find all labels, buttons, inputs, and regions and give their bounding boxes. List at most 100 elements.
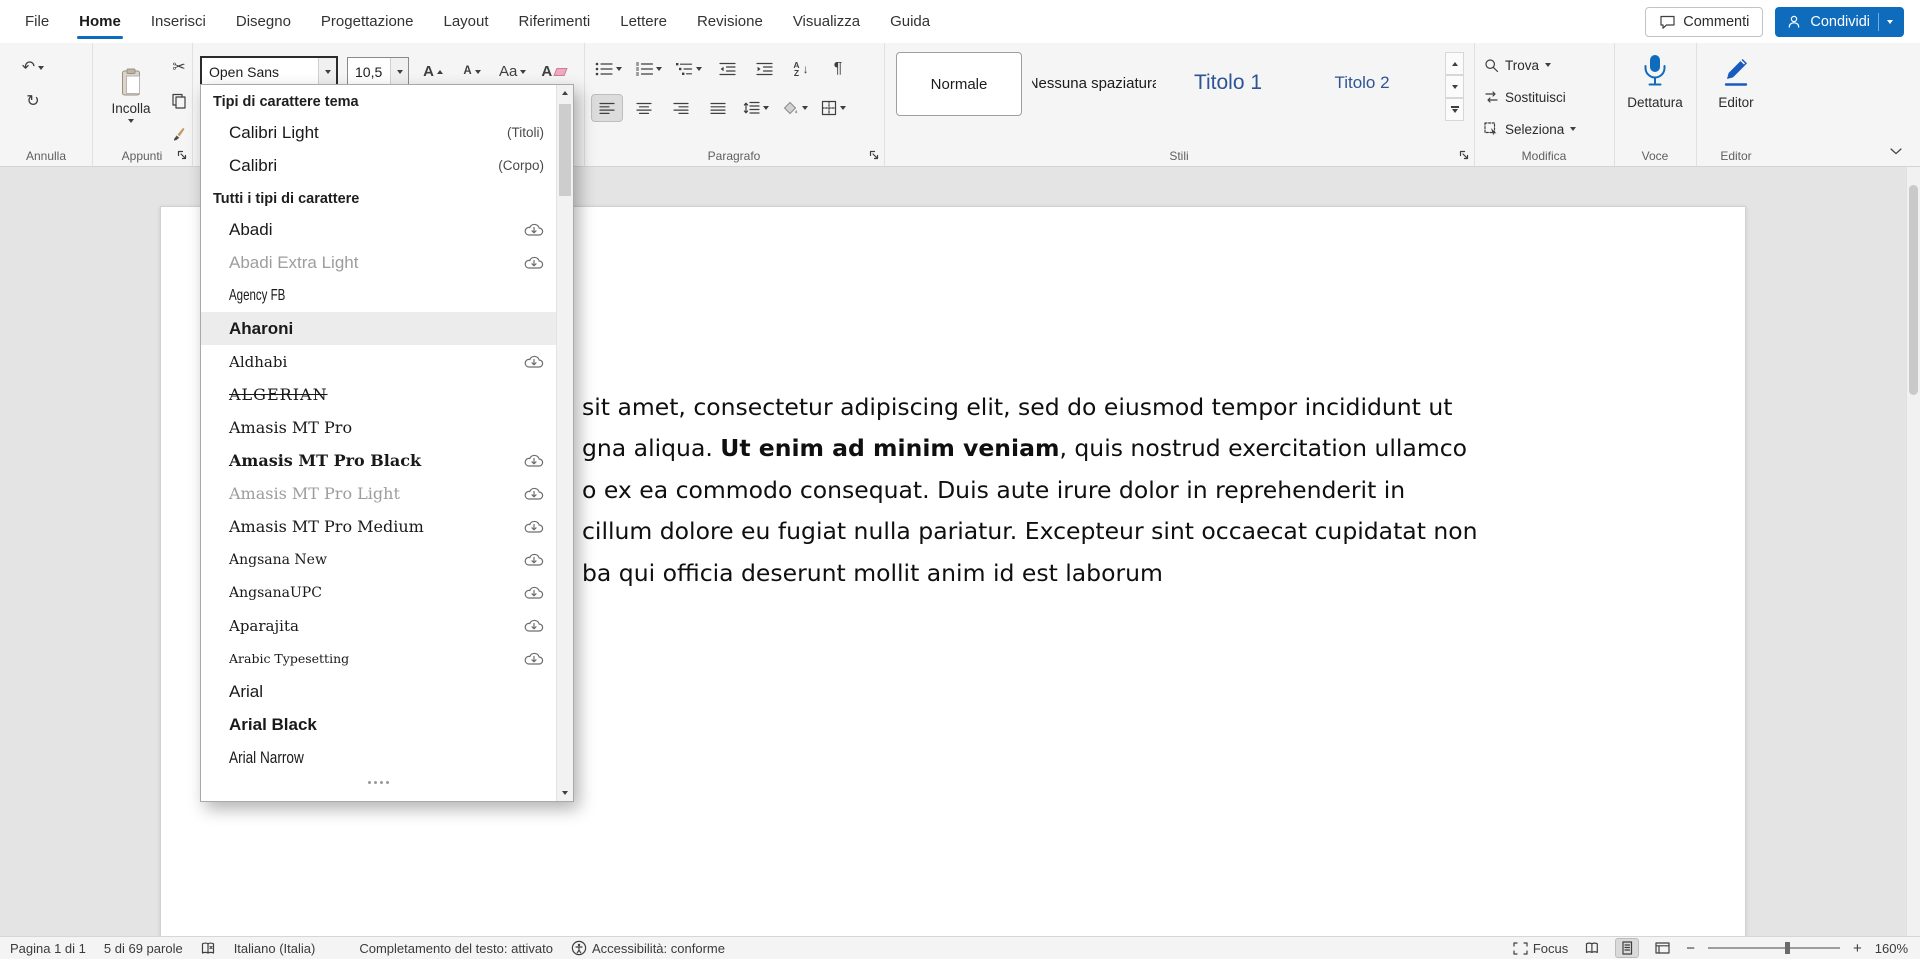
select-button[interactable]: Seleziona (1484, 118, 1576, 140)
grow-font-button[interactable]: A (418, 59, 448, 85)
collapse-ribbon-button[interactable] (1886, 143, 1906, 159)
dropdown-resize-handle[interactable] (201, 774, 556, 790)
language-indicator[interactable]: Italiano (Italia) (234, 941, 316, 956)
copy-button[interactable] (164, 88, 194, 114)
print-layout-button[interactable] (1616, 939, 1638, 957)
share-button[interactable]: Condividi (1775, 7, 1904, 37)
tab-file[interactable]: File (10, 0, 64, 43)
tab-layout[interactable]: Layout (429, 0, 504, 43)
font-option[interactable]: ALGERIAN (201, 378, 556, 411)
decrease-indent-button[interactable] (712, 56, 742, 82)
borders-button[interactable] (818, 95, 849, 121)
font-option[interactable]: Angsana New (201, 543, 556, 576)
font-size-dropdown-button[interactable] (390, 58, 408, 85)
font-option[interactable]: Calibri Light(Titoli) (201, 116, 556, 149)
tab-lettere[interactable]: Lettere (605, 0, 682, 43)
shrink-font-button[interactable]: A (457, 59, 487, 85)
clear-formatting-button[interactable]: A (538, 59, 569, 85)
tab-riferimenti[interactable]: Riferimenti (504, 0, 606, 43)
word-count[interactable]: 5 di 69 parole (104, 941, 183, 956)
group-modifica: Trova Sostituisci Seleziona Modifica (1474, 43, 1615, 166)
align-right-button[interactable] (666, 95, 696, 121)
style-card-3[interactable]: Titolo 2 (1300, 52, 1424, 114)
zoom-in-button[interactable]: + (1853, 941, 1862, 956)
accessibility-status[interactable]: Accessibilità: conforme (571, 940, 725, 956)
font-option[interactable]: Aldhabi (201, 345, 556, 378)
web-layout-button[interactable] (1651, 939, 1673, 957)
cut-button[interactable]: ✂ (164, 55, 194, 81)
increase-indent-button[interactable] (749, 56, 779, 82)
tab-revisione[interactable]: Revisione (682, 0, 778, 43)
document-scrollbar[interactable] (1906, 167, 1920, 937)
tab-home[interactable]: Home (64, 0, 136, 43)
chevron-down-icon (1887, 20, 1893, 24)
font-option[interactable]: Arial Narrow (201, 741, 556, 774)
sort-button[interactable]: A Z ↓ (786, 56, 816, 82)
editor-button[interactable]: Editor (1696, 53, 1776, 110)
gallery-more-button[interactable] (1445, 98, 1464, 121)
tab-progettazione[interactable]: Progettazione (306, 0, 429, 43)
tab-visualizza[interactable]: Visualizza (778, 0, 875, 43)
scroll-up-button[interactable] (557, 85, 573, 101)
zoom-level[interactable]: 160% (1875, 941, 1908, 956)
style-card-0[interactable]: Normale (896, 52, 1022, 116)
font-option[interactable]: Agency FB (201, 279, 556, 312)
shading-button[interactable] (779, 95, 811, 121)
font-name-combo[interactable]: Open Sans (200, 56, 338, 87)
style-card-2[interactable]: Titolo 1 (1166, 52, 1290, 114)
numbering-button[interactable] (632, 56, 665, 82)
gallery-down-button[interactable] (1445, 75, 1464, 98)
zoom-slider-thumb[interactable] (1785, 942, 1790, 954)
redo-button[interactable]: ↻ (18, 89, 48, 115)
zoom-slider[interactable] (1708, 947, 1840, 949)
tab-inserisci[interactable]: Inserisci (136, 0, 221, 43)
find-button[interactable]: Trova (1484, 54, 1551, 76)
font-option[interactable]: Amasis MT Pro Light (201, 477, 556, 510)
font-option[interactable]: Arial Black (201, 708, 556, 741)
font-option[interactable]: Amasis MT Pro (201, 411, 556, 444)
change-case-button[interactable]: Aa (496, 59, 529, 85)
text-prediction-indicator[interactable]: Completamento del testo: attivato (359, 941, 553, 956)
tab-disegno[interactable]: Disegno (221, 0, 306, 43)
read-mode-button[interactable] (1581, 939, 1603, 957)
dictate-button[interactable]: Dettatura (1614, 53, 1696, 110)
paste-button[interactable]: Incolla (104, 53, 158, 137)
dropdown-scrollbar[interactable] (556, 85, 573, 801)
replace-button[interactable]: Sostituisci (1484, 86, 1566, 108)
format-painter-button[interactable] (164, 121, 194, 147)
dropdown-scrollbar-thumb[interactable] (559, 104, 571, 196)
align-left-button[interactable] (592, 95, 622, 121)
gallery-up-button[interactable] (1445, 52, 1464, 75)
font-option[interactable]: Calibri(Corpo) (201, 149, 556, 182)
group-voce: Dettatura Voce (1614, 43, 1697, 166)
tab-guida[interactable]: Guida (875, 0, 945, 43)
font-size-combo[interactable]: 10,5 (347, 57, 409, 86)
font-option[interactable]: Amasis MT Pro Medium (201, 510, 556, 543)
font-option[interactable]: AngsanaUPC (201, 576, 556, 609)
line-spacing-button[interactable] (740, 95, 772, 121)
proofing-status[interactable] (201, 942, 216, 955)
text-run: , quis nostrud exercitation ullamco (1059, 434, 1467, 462)
font-option[interactable]: Aharoni (201, 312, 556, 345)
undo-button[interactable]: ↶ (18, 55, 48, 81)
justify-button[interactable] (703, 95, 733, 121)
font-name-dropdown-button[interactable] (318, 58, 336, 85)
font-option[interactable]: Abadi Extra Light (201, 246, 556, 279)
bullets-button[interactable] (592, 56, 625, 82)
comments-button[interactable]: Commenti (1645, 7, 1763, 37)
page-indicator[interactable]: Pagina 1 di 1 (10, 941, 86, 956)
zoom-out-button[interactable]: − (1686, 941, 1695, 956)
document-scrollbar-thumb[interactable] (1909, 185, 1918, 395)
multilevel-list-button[interactable] (672, 56, 705, 82)
align-center-button[interactable] (629, 95, 659, 121)
show-formatting-button[interactable]: ¶ (823, 56, 853, 82)
text-run: gna aliqua. (582, 434, 720, 462)
font-option[interactable]: Abadi (201, 213, 556, 246)
scroll-down-button[interactable] (557, 785, 573, 801)
focus-mode-button[interactable]: Focus (1513, 941, 1568, 956)
style-card-1[interactable]: Nessuna spaziatura (1032, 52, 1156, 114)
font-option[interactable]: Amasis MT Pro Black (201, 444, 556, 477)
font-option[interactable]: Arabic Typesetting (201, 642, 556, 675)
font-option[interactable]: Aparajita (201, 609, 556, 642)
font-option[interactable]: Arial (201, 675, 556, 708)
